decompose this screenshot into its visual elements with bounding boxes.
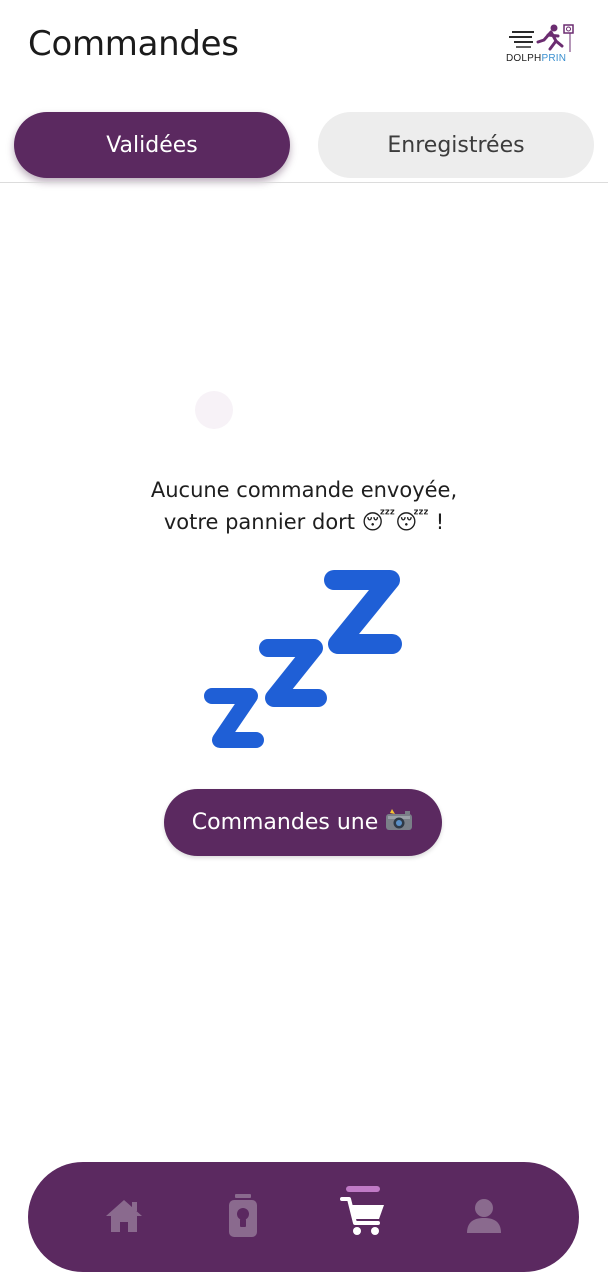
tabs-divider <box>0 182 608 183</box>
order-photo-button-label: Commandes une <box>191 810 379 835</box>
zzz-sleeping-icon <box>204 570 402 748</box>
tab-saved[interactable]: Enregistrées <box>318 112 594 178</box>
nav-cart[interactable] <box>333 1186 393 1246</box>
page-title: Commandes <box>28 24 239 64</box>
camera-flash-icon <box>384 808 414 838</box>
order-tabs: Validées Enregistrées <box>0 110 608 182</box>
brand-name-part2: PRIN <box>541 53 567 64</box>
order-photo-button[interactable]: Commandes une <box>164 789 442 856</box>
profile-icon <box>467 1199 501 1233</box>
empty-state-message-line2: votre pannier dort 😴😴 ! <box>163 510 445 534</box>
tab-validated[interactable]: Validées <box>14 112 290 178</box>
empty-state-message-line1: Aucune commande envoyée, <box>150 478 458 502</box>
nav-home[interactable] <box>94 1186 154 1246</box>
loading-indicator <box>195 391 233 429</box>
header: Commandes DOLPHPRIN <box>0 0 608 100</box>
brand-logo-text: DOLPHPRIN <box>506 53 578 64</box>
lamp-icon <box>229 1194 257 1237</box>
nav-profile[interactable] <box>454 1186 514 1246</box>
nav-products[interactable] <box>213 1186 273 1246</box>
brand-logo[interactable]: DOLPHPRIN <box>506 22 578 72</box>
home-icon <box>106 1200 142 1232</box>
running-person-icon <box>509 24 574 52</box>
cart-icon <box>340 1197 384 1235</box>
bottom-navigation <box>28 1162 579 1272</box>
brand-name-part1: DOLPH <box>506 53 542 64</box>
